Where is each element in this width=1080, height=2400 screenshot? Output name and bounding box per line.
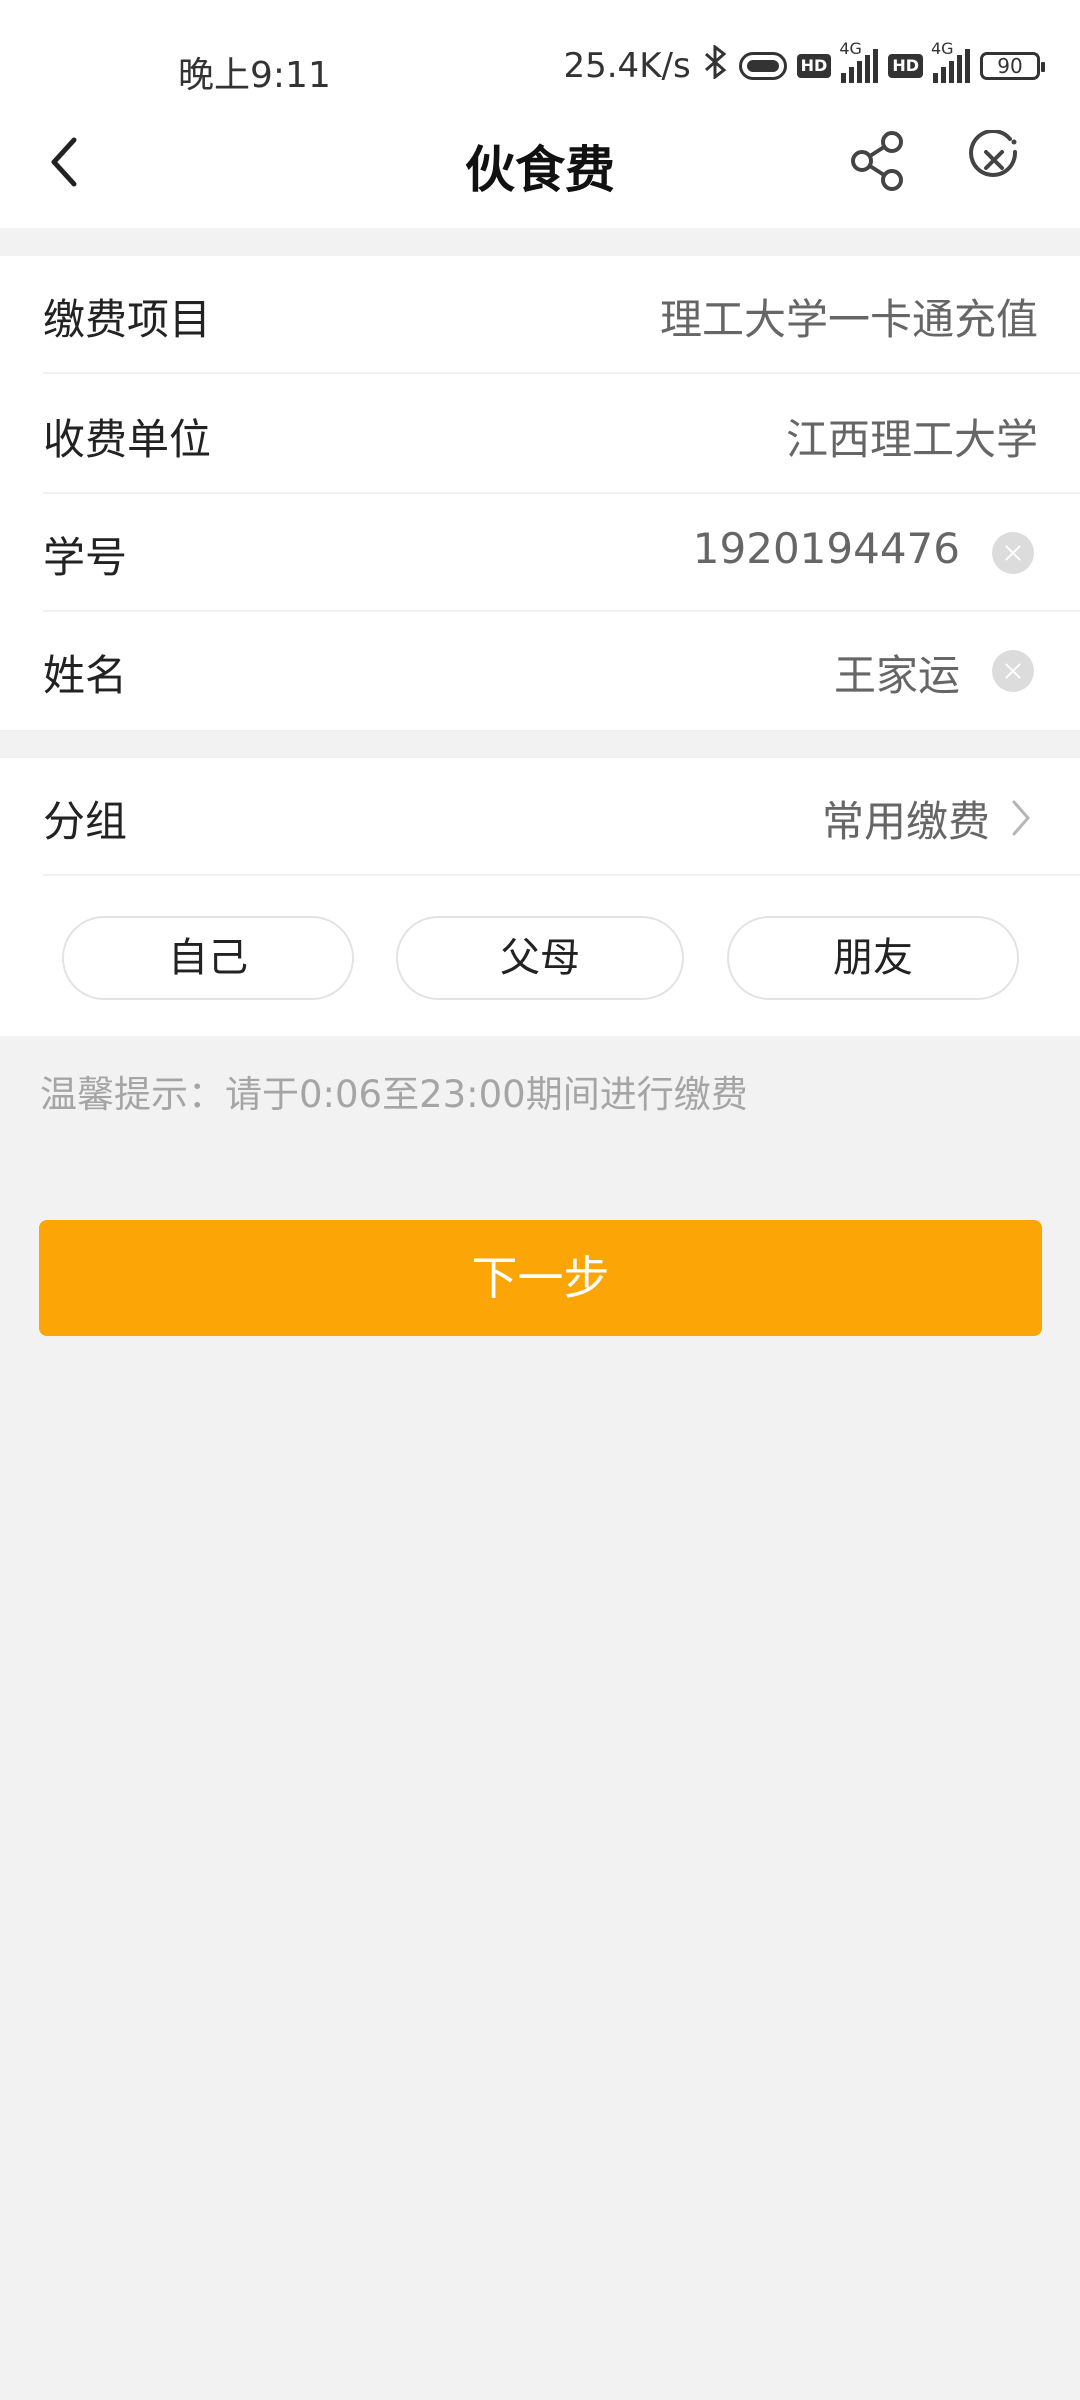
share-icon xyxy=(851,131,903,191)
student-id-row[interactable]: 学号 1920194476 xyxy=(0,494,1080,612)
signal-icon: 4G xyxy=(839,39,879,83)
group-option-friends[interactable]: 朋友 xyxy=(727,916,1019,1000)
bluetooth-icon xyxy=(703,43,729,88)
signal-label: 4G xyxy=(931,39,954,58)
row-label: 姓名 xyxy=(43,651,128,700)
hd-badge: HD xyxy=(888,54,923,78)
row-value: 江西理工大学 xyxy=(785,415,1038,464)
clear-icon[interactable] xyxy=(992,650,1034,692)
row-label: 缴费项目 xyxy=(43,295,212,344)
name-row[interactable]: 姓名 王家运 xyxy=(0,612,1080,730)
signal-label: 4G xyxy=(839,39,862,58)
close-circle-icon xyxy=(969,128,1018,177)
group-section: 分组 常用缴费 自己 父母 朋友 xyxy=(0,758,1080,1036)
hd-badge: HD xyxy=(796,54,832,78)
vibrate-icon xyxy=(738,52,787,80)
payment-hint: 温馨提示：请于0:06至23:00期间进行缴费 xyxy=(40,1073,748,1116)
group-row[interactable]: 分组 常用缴费 xyxy=(0,758,1080,876)
row-value: 理工大学一卡通充值 xyxy=(659,295,1038,344)
chevron-right-icon xyxy=(1012,800,1030,836)
clear-icon[interactable] xyxy=(992,532,1034,574)
divider xyxy=(43,372,1080,374)
row-label: 分组 xyxy=(43,797,128,846)
group-options: 自己 父母 朋友 xyxy=(0,916,1080,1002)
payment-item-row: 缴费项目 理工大学一卡通充值 xyxy=(0,256,1080,374)
name-field[interactable]: 王家运 xyxy=(834,642,960,703)
group-option-parents[interactable]: 父母 xyxy=(396,916,684,1000)
signal-icon: 4G xyxy=(931,39,970,83)
status-time: 晚上9:11 xyxy=(178,55,331,96)
battery-icon: 90 xyxy=(980,52,1045,80)
share-button[interactable] xyxy=(848,128,908,194)
close-button[interactable] xyxy=(964,128,1024,190)
group-option-self[interactable]: 自己 xyxy=(62,916,354,1000)
status-icons: 25.4K/s HD 4G HD 4G 90 xyxy=(563,39,1045,88)
row-label: 学号 xyxy=(43,533,128,582)
network-speed: 25.4K/s xyxy=(563,46,691,86)
payment-info-section: 缴费项目 理工大学一卡通充值 收费单位 江西理工大学 学号 1920194476… xyxy=(0,256,1080,730)
student-id-field[interactable]: 1920194476 xyxy=(693,524,960,573)
divider xyxy=(43,874,1080,876)
payee-row: 收费单位 江西理工大学 xyxy=(0,376,1080,494)
navigation-header: 伙食费 xyxy=(0,100,1080,228)
next-step-button[interactable]: 下一步 xyxy=(39,1220,1042,1336)
row-label: 收费单位 xyxy=(43,415,212,464)
group-value: 常用缴费 xyxy=(821,797,990,846)
page-title: 伙食费 xyxy=(465,141,615,199)
